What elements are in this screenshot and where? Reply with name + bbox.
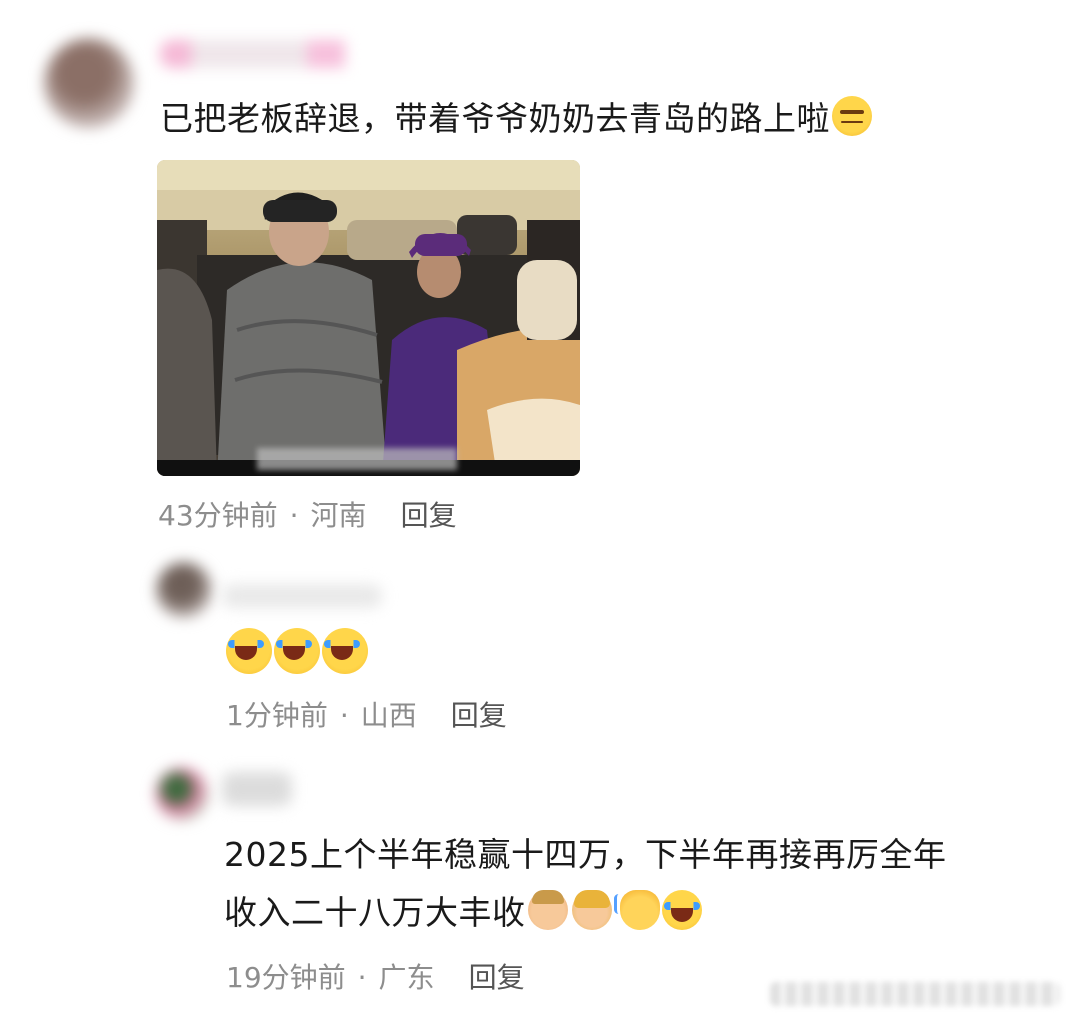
timestamp: 43分钟前 <box>158 499 278 532</box>
emoji-row <box>224 628 368 674</box>
location: 河南 <box>310 499 367 532</box>
avatar[interactable] <box>156 768 208 820</box>
location: 广东 <box>378 961 435 994</box>
comment-meta: 43分钟前 · 河南 回复 <box>158 494 457 534</box>
comment-text: 2025上个半年稳赢十四万，下半年再接再厉全年 收入二十八万大丰收 <box>224 826 1054 942</box>
laughing-crying-face-icon <box>322 628 368 674</box>
avatar[interactable] <box>156 562 212 618</box>
photo-illustration <box>157 160 580 476</box>
separator: · <box>357 961 367 994</box>
username-blurred[interactable] <box>222 584 382 608</box>
comment-photo[interactable] <box>157 160 580 476</box>
avatar[interactable] <box>44 38 134 128</box>
reply-button[interactable]: 回复 <box>401 499 457 532</box>
laughing-crying-face-icon <box>274 628 320 674</box>
separator: · <box>339 699 349 732</box>
laughing-crying-face-icon <box>661 890 702 930</box>
reply-button[interactable]: 回复 <box>469 961 525 994</box>
comment-meta: 1分钟前 · 山西 回复 <box>226 694 507 734</box>
waving-hand-icon <box>613 890 660 930</box>
username-blurred[interactable] <box>160 40 370 68</box>
thinking-face-icon <box>832 96 872 136</box>
comment-body: 已把老板辞退，带着爷爷奶奶去青岛的路上啦 <box>160 99 830 138</box>
separator: · <box>289 499 299 532</box>
man-face-icon <box>527 890 568 930</box>
username-blurred[interactable] <box>222 772 292 806</box>
laughing-crying-face-icon <box>226 628 272 674</box>
comment-text: 已把老板辞退，带着爷爷奶奶去青岛的路上啦 <box>160 90 1040 148</box>
watermark <box>770 982 1060 1006</box>
woman-face-icon <box>571 890 612 930</box>
timestamp: 19分钟前 <box>226 961 346 994</box>
comment-meta: 19分钟前 · 广东 回复 <box>226 956 525 996</box>
comment-body-line: 2025上个半年稳赢十四万，下半年再接再厉全年 <box>224 835 947 874</box>
timestamp: 1分钟前 <box>226 699 328 732</box>
location: 山西 <box>360 699 417 732</box>
comment-body-line: 收入二十八万大丰收 <box>224 884 1054 942</box>
reply-button[interactable]: 回复 <box>451 699 507 732</box>
